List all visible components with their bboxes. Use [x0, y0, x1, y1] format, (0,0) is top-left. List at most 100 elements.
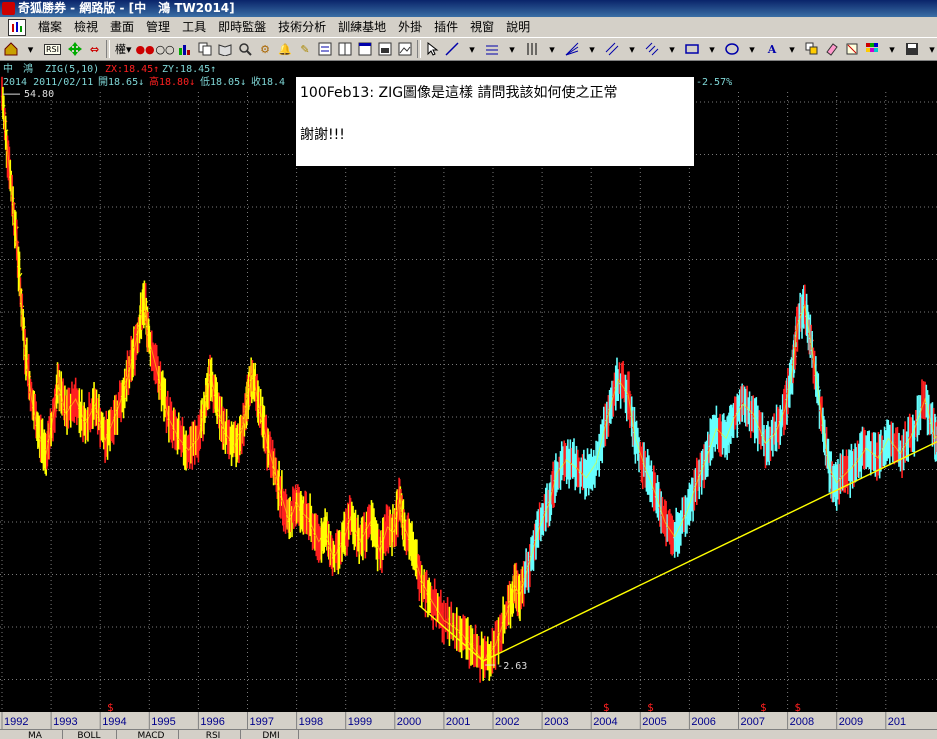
dropdown-arrow-icon[interactable]: ▾ [784, 41, 801, 58]
header-change: -2.57% [696, 77, 732, 88]
x-tick-label: 1995 [151, 716, 175, 728]
header-zy: ZY:18.45↑ [162, 64, 216, 75]
copy-icon[interactable] [197, 41, 214, 58]
cursor-icon[interactable] [424, 41, 441, 58]
image-icon[interactable] [397, 41, 414, 58]
pen-icon[interactable]: ✎ [297, 41, 314, 58]
toolbar: ▾ RSI ⇔ 權▾ ●● ○○ ⚙ 🔔 ✎ ▾ ▾ ▾ ▾ ▾ ▾ ▾ ▾ A… [0, 38, 937, 61]
menu-item-2[interactable]: 畫面 [104, 17, 140, 37]
menu-item-5[interactable]: 即時監盤 [212, 17, 272, 37]
header-date: 2014 2011/02/11 [3, 77, 93, 88]
dropdown-arrow-icon[interactable]: ▾ [504, 41, 521, 58]
hline-tool-icon[interactable] [484, 41, 501, 58]
dropdown-arrow-icon[interactable]: ▾ [924, 41, 937, 58]
series-price [1, 77, 937, 683]
search-icon[interactable] [237, 41, 254, 58]
grid-icon[interactable] [377, 41, 394, 58]
book-icon[interactable] [217, 41, 234, 58]
dropdown-arrow-icon[interactable]: ▾ [744, 41, 761, 58]
x-tick-label: 2001 [446, 716, 470, 728]
indicator-icon[interactable]: ●● [137, 41, 154, 58]
x-tick-label: 1992 [4, 716, 28, 728]
menu-item-7[interactable]: 訓練基地 [332, 17, 392, 37]
rectangle-tool-icon[interactable] [684, 41, 701, 58]
question-note: 100Feb13: ZIG圖像是這樣 請問我該如何使之正常 謝謝!!! [296, 77, 694, 166]
rights-button[interactable]: 權▾ [113, 41, 134, 58]
parallel-tool-icon[interactable] [644, 41, 661, 58]
signal-marker: $ [603, 701, 610, 712]
x-tick-label: 201 [888, 716, 906, 728]
document-icon[interactable] [8, 19, 26, 36]
window-icon[interactable] [357, 41, 374, 58]
menu-item-4[interactable]: 工具 [176, 17, 212, 37]
x-tick-label: 2002 [495, 716, 519, 728]
x-tick-label: 2005 [642, 716, 666, 728]
menu-item-3[interactable]: 管理 [140, 17, 176, 37]
header-zx: ZX:18.45↑ [105, 64, 159, 75]
x-tick-label: 1993 [53, 716, 77, 728]
signal-marker: $ [794, 701, 801, 712]
menu-item-8[interactable]: 外掛 [392, 17, 428, 37]
x-tick-label: 2007 [741, 716, 765, 728]
menu-bar: 檔案檢視畫面管理工具即時監盤技術分析訓練基地外掛插件視窗說明 [0, 17, 937, 38]
dropdown-arrow-icon[interactable]: ▾ [544, 41, 561, 58]
x-tick-label: 2004 [593, 716, 617, 728]
note-line-2: 謝謝!!! [300, 124, 345, 144]
dropdown-arrow-icon[interactable]: ▾ [704, 41, 721, 58]
x-tick-label: 1996 [200, 716, 224, 728]
ellipse-tool-icon[interactable] [724, 41, 741, 58]
price-line [2, 96, 937, 661]
vline-tool-icon[interactable] [524, 41, 541, 58]
swap-icon[interactable]: ⇔ [86, 41, 103, 58]
app-logo-icon [2, 2, 15, 15]
color-palette-icon[interactable] [864, 41, 881, 58]
signal-marker: $ [647, 701, 654, 712]
header-stock: 中 鴻 [3, 62, 33, 75]
dropdown-arrow-icon[interactable]: ▾ [624, 41, 641, 58]
copy-object-icon[interactable] [804, 41, 821, 58]
list-icon[interactable] [317, 41, 334, 58]
menu-item-11[interactable]: 說明 [500, 17, 536, 37]
x-tick-label: 1999 [348, 716, 372, 728]
header-indicator: ZIG(5,10) [45, 64, 99, 75]
settings-icon[interactable]: ⚙ [257, 41, 274, 58]
window-title: 奇狐勝券 - 網路版 - [中 鴻 TW2014] [18, 0, 235, 17]
menu-item-1[interactable]: 檢視 [68, 17, 104, 37]
dropdown-arrow-icon[interactable]: ▾ [664, 41, 681, 58]
menu-item-0[interactable]: 檔案 [32, 17, 68, 37]
header-low: 低18.05↓ [200, 75, 246, 88]
save-icon[interactable] [904, 41, 921, 58]
compare-icon[interactable]: ○○ [157, 41, 174, 58]
dropdown-arrow-icon[interactable]: ▾ [584, 41, 601, 58]
menu-item-9[interactable]: 插件 [428, 17, 464, 37]
separator [106, 40, 110, 58]
columns-icon[interactable] [337, 41, 354, 58]
x-tick-label: 1997 [250, 716, 274, 728]
x-tick-label: 1998 [299, 716, 323, 728]
dropdown-arrow-icon[interactable]: ▾ [464, 41, 481, 58]
alert-icon[interactable]: 🔔 [277, 41, 294, 58]
channel-tool-icon[interactable] [604, 41, 621, 58]
dropdown-arrow-icon[interactable]: ▾ [884, 41, 901, 58]
menu-item-10[interactable]: 視窗 [464, 17, 500, 37]
text-tool-icon[interactable]: A [764, 41, 781, 58]
eraser-icon[interactable] [824, 41, 841, 58]
note-line-1: 100Feb13: ZIG圖像是這樣 請問我該如何使之正常 [300, 82, 618, 102]
line-tool-icon[interactable] [444, 41, 461, 58]
dropdown-arrow-icon[interactable]: ▾ [22, 41, 39, 58]
title-bar: 奇狐勝券 - 網路版 - [中 鴻 TW2014] [0, 0, 937, 17]
menu-items: 檔案檢視畫面管理工具即時監盤技術分析訓練基地外掛插件視窗說明 [32, 17, 536, 37]
x-tick-label: 2009 [839, 716, 863, 728]
high-marker-label: 54.80 [24, 89, 54, 100]
fan-tool-icon[interactable] [564, 41, 581, 58]
move-icon[interactable] [66, 41, 83, 58]
x-tick-label: 2000 [397, 716, 421, 728]
home-icon[interactable] [2, 41, 19, 58]
delete-icon[interactable] [844, 41, 861, 58]
menu-item-6[interactable]: 技術分析 [272, 17, 332, 37]
chart-bar-icon[interactable] [177, 41, 194, 58]
rsi-button[interactable]: RSI [42, 41, 63, 58]
separator [417, 40, 421, 58]
x-axis: 1992199319941995199619971998199920002001… [0, 712, 937, 729]
signal-marker: $ [760, 701, 767, 712]
